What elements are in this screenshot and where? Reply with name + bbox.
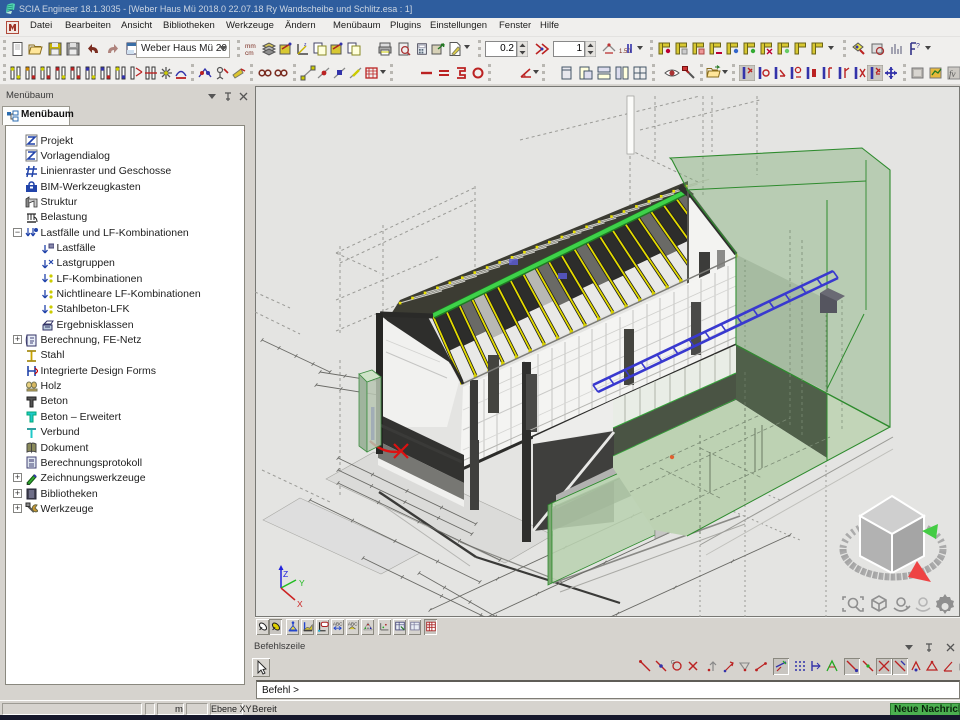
svg-text:Z: Z — [283, 569, 288, 579]
svg-text:1.50: 1.50 — [619, 49, 631, 55]
svg-text:X: X — [297, 599, 303, 609]
svg-text:G: G — [671, 660, 675, 666]
svg-text:?: ? — [916, 43, 920, 50]
svg-text:mm: mm — [245, 43, 256, 50]
svg-text:ABC: ABC — [332, 621, 342, 626]
svg-text:cm: cm — [245, 50, 254, 57]
svg-text:ABC: ABC — [347, 621, 357, 626]
svg-text:z: z — [304, 42, 307, 48]
svg-text:Y: Y — [299, 578, 305, 588]
svg-text:fv: fv — [949, 69, 956, 79]
